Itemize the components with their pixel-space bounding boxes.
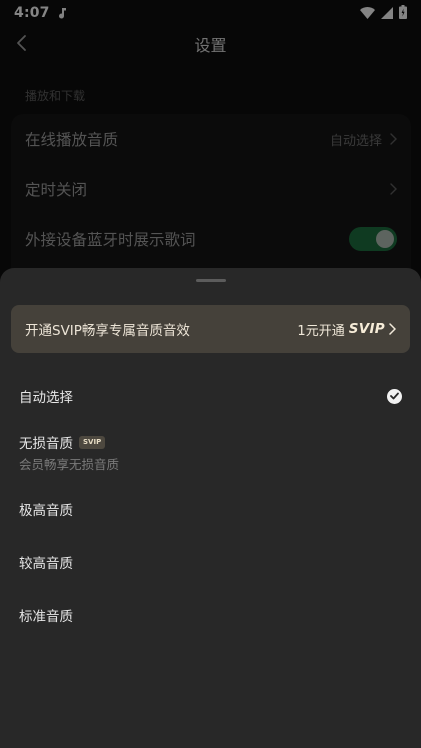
- checkmark-icon: [387, 388, 402, 404]
- quality-option-very-high[interactable]: 极高音质: [0, 499, 421, 519]
- quality-option-auto[interactable]: 自动选择: [0, 386, 421, 406]
- promo-text: 开通SVIP畅享专属音质音效: [25, 323, 190, 339]
- option-label: 标准音质: [19, 609, 73, 625]
- option-label: 较高音质: [19, 556, 73, 572]
- option-label: 自动选择: [19, 390, 73, 406]
- svip-open-button[interactable]: 1元开通 SVIP: [297, 320, 397, 339]
- svip-badge: SVIP: [79, 435, 106, 449]
- svip-promo-banner[interactable]: 开通SVIP畅享专属音质音效 1元开通 SVIP: [11, 305, 410, 353]
- quality-option-lossless[interactable]: 无损音质 SVIP 会员畅享无损音质: [0, 432, 421, 472]
- chevron-right-icon: [389, 320, 397, 339]
- quality-option-high[interactable]: 较高音质: [0, 552, 421, 572]
- option-label: 无损音质: [19, 436, 73, 452]
- quality-option-standard[interactable]: 标准音质: [0, 605, 421, 625]
- quality-bottom-sheet: 开通SVIP畅享专属音质音效 1元开通 SVIP 自动选择 无损音质 SVIP …: [0, 268, 421, 748]
- sheet-drag-handle[interactable]: [196, 279, 226, 282]
- svip-logo: SVIP: [348, 321, 385, 337]
- option-subtitle: 会员畅享无损音质: [19, 457, 120, 472]
- promo-price: 1元开通: [297, 323, 345, 339]
- option-label: 极高音质: [19, 503, 73, 519]
